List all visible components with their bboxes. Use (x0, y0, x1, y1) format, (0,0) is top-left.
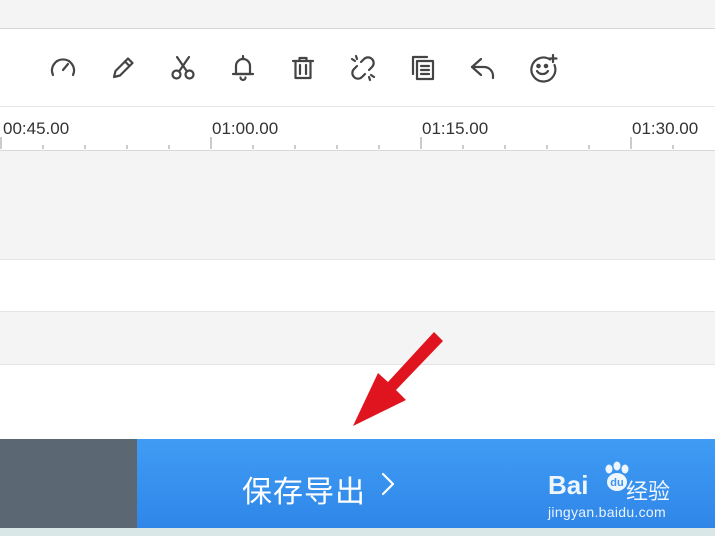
speed-icon (50, 58, 76, 77)
chevron-right-icon (381, 472, 395, 496)
copy-icon (411, 55, 435, 81)
scissors-icon (171, 55, 195, 80)
add-sticker-button[interactable] (526, 51, 560, 85)
pencil-icon (112, 57, 134, 79)
top-strip (0, 0, 715, 29)
timeline-ruler[interactable]: 00:45.00 01:00.00 01:15.00 01:30.00 (0, 107, 715, 151)
split-button[interactable] (166, 51, 200, 85)
emoji-add-icon (530, 53, 558, 83)
undo-icon (470, 57, 495, 80)
timeline-track[interactable] (0, 151, 715, 260)
reminder-button[interactable] (226, 51, 260, 85)
bell-icon (231, 54, 255, 82)
secondary-action-area[interactable] (0, 439, 137, 528)
copy-button[interactable] (406, 51, 440, 85)
ruler-ticks (0, 137, 674, 149)
edit-button[interactable] (106, 51, 140, 85)
ruler-label: 01:15.00 (422, 119, 489, 138)
speed-button[interactable] (46, 51, 80, 85)
save-export-label: 保存导出 (242, 476, 366, 509)
timeline-track[interactable] (0, 365, 715, 439)
timeline-track[interactable] (0, 260, 715, 312)
trash-icon (291, 56, 315, 80)
bottom-bar: 保存导出 (0, 439, 715, 528)
ruler-label: 00:45.00 (3, 119, 70, 138)
timeline-track[interactable] (0, 312, 715, 365)
bottom-edge (0, 528, 715, 536)
undo-button[interactable] (466, 51, 500, 85)
unlink-icon (350, 54, 376, 82)
delete-button[interactable] (286, 51, 320, 85)
unlink-button[interactable] (346, 51, 380, 85)
editing-toolbar (0, 29, 715, 107)
save-export-button[interactable]: 保存导出 (137, 439, 715, 528)
ruler-label: 01:00.00 (212, 119, 279, 138)
ruler-label: 01:30.00 (632, 119, 699, 138)
